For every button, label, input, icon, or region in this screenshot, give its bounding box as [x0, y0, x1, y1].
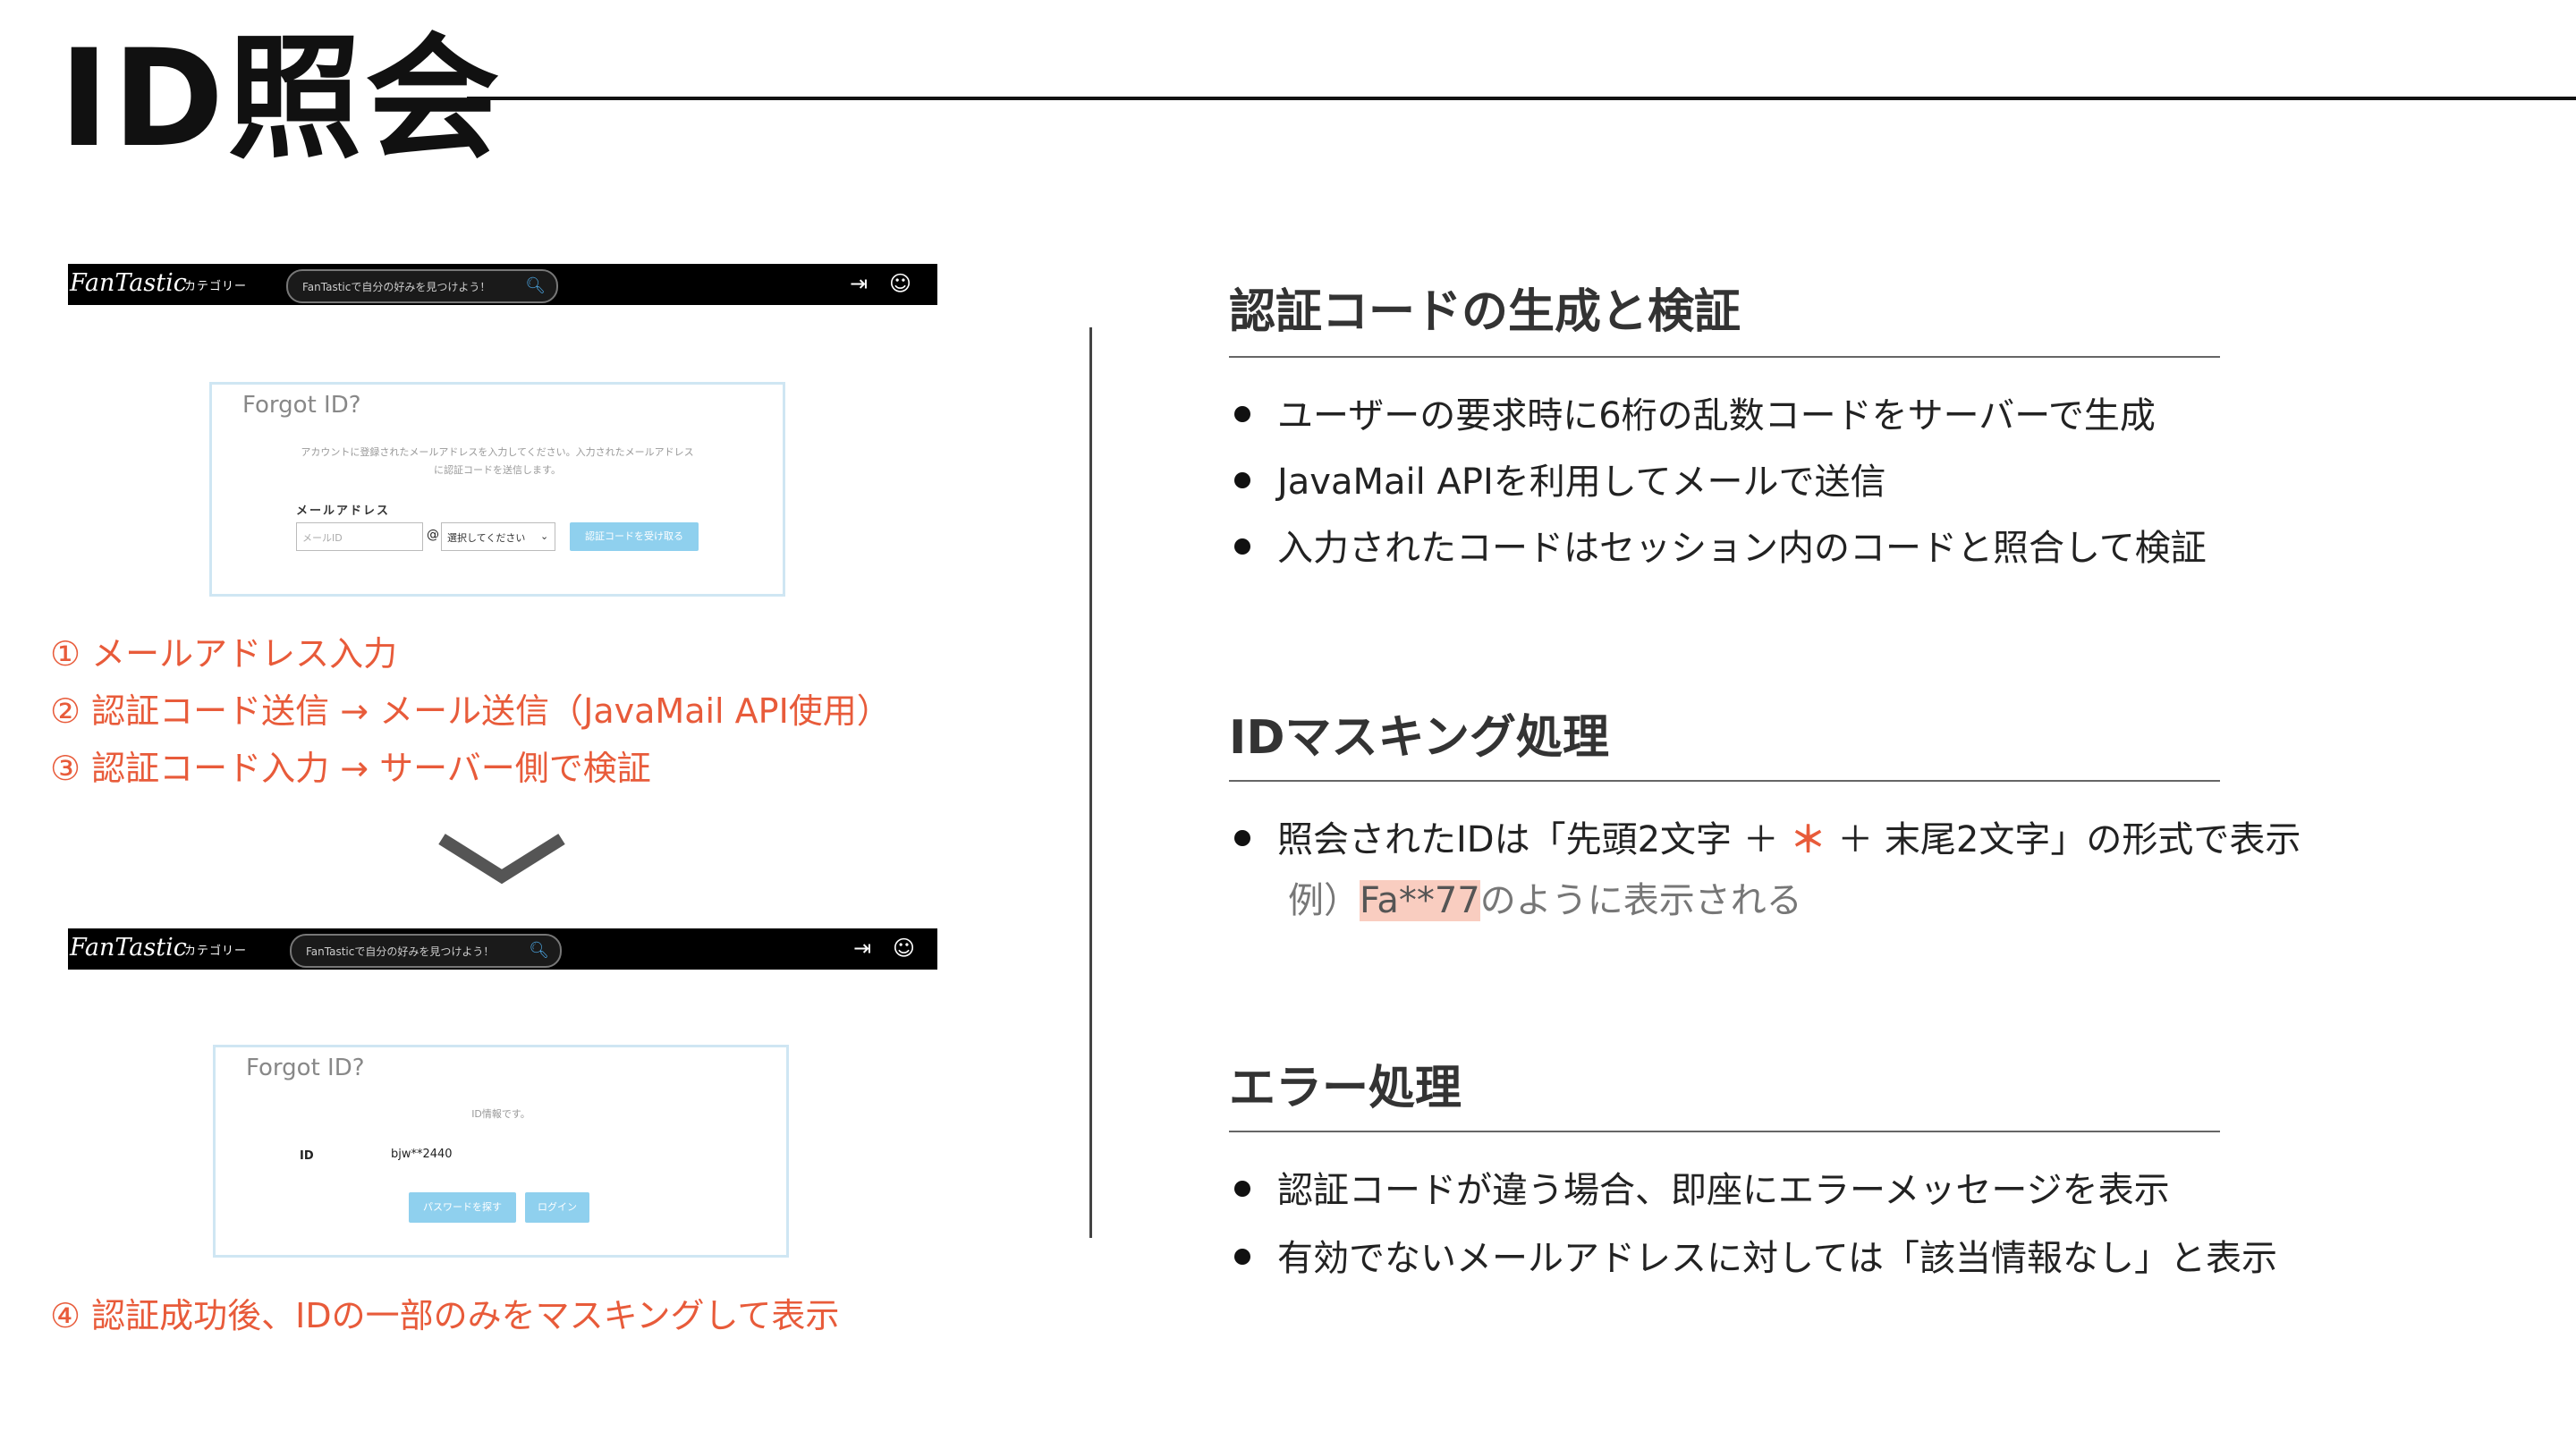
slide-title: ID照会	[59, 21, 504, 177]
chevron-down-icon: ⌄	[540, 530, 549, 542]
at-sign: @	[427, 528, 439, 542]
login-icon: ⇥	[850, 271, 869, 296]
category-menu: カテゴリー	[184, 945, 248, 958]
bullet-dot	[1234, 1181, 1250, 1197]
bullet-dot	[1234, 538, 1250, 555]
search-icon: 🔍︎	[525, 276, 546, 295]
bullet-item: 入力されたコードはセッション内のコードと照合して検証	[1234, 519, 2207, 571]
bullet-dot	[1234, 830, 1250, 846]
mock-navbar-bottom: FanTastic カテゴリー FanTasticで自分の好みを見つけよう！ 🔍…	[68, 928, 937, 970]
domain-select: 選択してください ⌄	[441, 522, 555, 551]
section-rule	[1229, 780, 2220, 782]
card-desc-line1: アカウントに登録されたメールアドレスを入力してください。入力されたメールアドレス	[301, 446, 694, 458]
find-password-button: パスワードを探す	[409, 1192, 516, 1223]
get-code-button: 認証コードを受け取る	[570, 522, 699, 551]
step-4: ④ 認証成功後、IDの一部のみをマスキングして表示	[50, 1296, 840, 1335]
chevron-down-arrow-icon	[438, 834, 565, 885]
vertical-divider	[1089, 327, 1092, 1238]
card-title: Forgot ID?	[242, 392, 361, 419]
bullet-item: 有効でないメールアドレスに対しては「該当情報なし」と表示	[1234, 1229, 2277, 1281]
category-menu: カテゴリー	[184, 280, 248, 293]
section-rule	[1229, 1131, 2220, 1132]
step-2: ② 認証コード送信 → メール送信（JavaMail API使用）	[50, 691, 891, 731]
title-rule	[467, 97, 2576, 100]
bullet-item: JavaMail APIを利用してメールで送信	[1234, 453, 1886, 504]
step-1: ① メールアドレス入力	[50, 634, 398, 674]
bullet-dot	[1234, 406, 1250, 422]
bullet-item: 認証コードが違う場合、即座にエラーメッセージを表示	[1234, 1161, 2170, 1213]
masked-id-value: bjw**2440	[391, 1148, 453, 1161]
search-bar: FanTasticで自分の好みを見つけよう！ 🔍︎	[286, 269, 558, 303]
email-placeholder: メールID	[302, 532, 343, 544]
search-placeholder: FanTasticで自分の好みを見つけよう！	[302, 281, 491, 293]
login-button: ログイン	[525, 1192, 589, 1223]
email-label: メールアドレス	[296, 504, 391, 518]
forgot-id-card-top: Forgot ID? アカウントに登録されたメールアドレスを入力してください。入…	[209, 382, 785, 597]
asterisk-mark: ＊	[1790, 819, 1826, 860]
bullet-item: ユーザーの要求時に6桁の乱数コードをサーバーで生成	[1234, 386, 2156, 438]
section-title-auth-code: 認証コードの生成と検証	[1229, 285, 1741, 339]
section-title-error-handling: エラー処理	[1229, 1062, 1462, 1115]
step-3: ③ 認証コード入力 → サーバー側で検証	[50, 749, 651, 788]
user-icon: ☺	[889, 271, 912, 296]
login-icon: ⇥	[853, 936, 872, 961]
search-icon: 🔍︎	[529, 941, 549, 960]
mock-navbar-top: FanTastic カテゴリー FanTasticで自分の好みを見つけよう！ 🔍…	[68, 264, 937, 305]
card-description: アカウントに登録されたメールアドレスを入力してください。入力されたメールアドレス…	[212, 444, 783, 479]
id-info-text: ID情報です。	[471, 1108, 530, 1120]
search-placeholder: FanTasticで自分の好みを見つけよう！	[306, 945, 495, 958]
email-input: メールID	[296, 522, 423, 551]
bullet-dot	[1234, 1249, 1250, 1265]
brand-logo: FanTastic	[70, 269, 187, 297]
section-rule	[1229, 356, 2220, 358]
user-icon: ☺	[893, 936, 916, 961]
bullet-dot	[1234, 472, 1250, 488]
card-title: Forgot ID?	[246, 1055, 365, 1081]
forgot-id-card-bottom: Forgot ID? ID情報です。 ID bjw**2440 パスワードを探す…	[213, 1045, 789, 1258]
brand-logo: FanTastic	[70, 934, 187, 962]
search-bar: FanTasticで自分の好みを見つけよう！ 🔍︎	[290, 934, 562, 968]
masking-example: 例）Fa**77のように表示される	[1288, 880, 1802, 921]
domain-select-value: 選択してください	[447, 532, 526, 544]
masked-example-highlight: Fa**77	[1360, 880, 1480, 921]
bullet-item: 照会されたIDは「先頭2文字 ＋ ＊ ＋ 末尾2文字」の形式で表示	[1234, 810, 2301, 862]
section-title-id-masking: IDマスキング処理	[1229, 711, 1609, 765]
id-label: ID	[300, 1149, 314, 1163]
card-desc-line2: に認証コードを送信します。	[434, 464, 561, 476]
